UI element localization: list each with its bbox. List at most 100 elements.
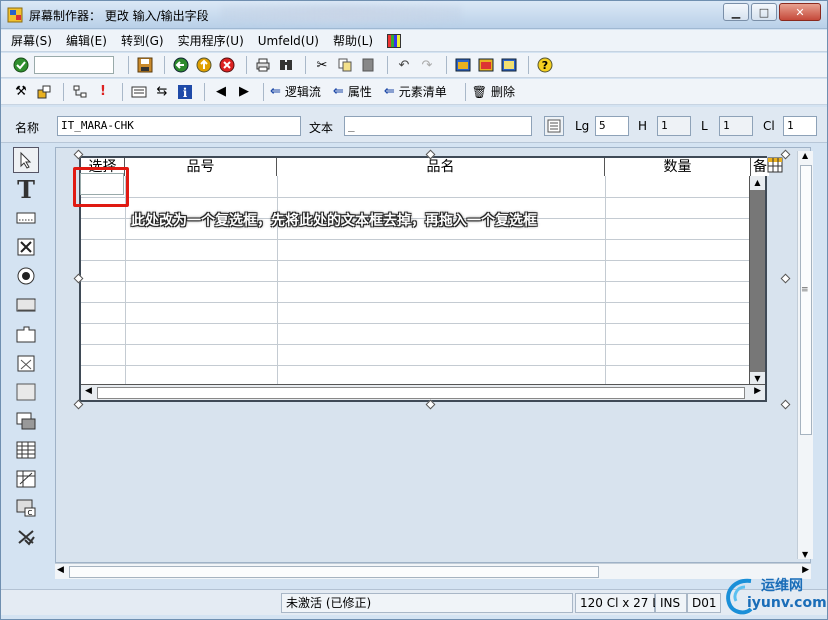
marker-icon[interactable]: ! <box>93 82 113 102</box>
highlight-box <box>73 167 129 207</box>
arrow-left-icon: ⇐ <box>383 84 395 99</box>
insert-mode-status: INS <box>655 593 687 613</box>
next-icon[interactable]: ▶ <box>234 82 254 102</box>
cl-field[interactable]: 1 <box>783 116 817 136</box>
canvas-horizontal-scrollbar[interactable]: ◀ ▶ <box>55 563 811 579</box>
name-field[interactable]: IT_MARA-CHK <box>57 116 301 136</box>
layout-menu-icon[interactable] <box>387 33 402 48</box>
menu-goto[interactable]: 转到(G) <box>121 32 164 49</box>
scroll-left-icon[interactable]: ◀ <box>85 386 92 396</box>
app-icon <box>7 7 23 23</box>
custom-control-tool[interactable]: C <box>13 495 39 521</box>
pushbutton-tool[interactable] <box>13 292 39 318</box>
annotation-text: 此处改为一个复选框，先将此处的文本框去掉，再拖入一个复选框 <box>131 213 537 229</box>
back-icon[interactable] <box>171 55 191 75</box>
title-blur <box>221 6 461 22</box>
cancel-icon[interactable] <box>217 55 237 75</box>
h-label: H <box>638 119 648 133</box>
arrow-left-icon: ⇐ <box>332 84 344 99</box>
exit-icon[interactable] <box>194 55 214 75</box>
column-header-quantity[interactable]: 数量 <box>605 158 751 176</box>
delete-button[interactable]: 🗑 删除 <box>472 83 515 100</box>
watermark-text-url: iyunv.com <box>747 595 827 611</box>
menu-edit[interactable]: 编辑(E) <box>66 32 107 49</box>
scroll-right-icon[interactable]: ▶ <box>754 386 761 396</box>
table-settings-icon[interactable] <box>767 157 783 173</box>
command-field[interactable] <box>34 56 114 74</box>
fields-icon[interactable] <box>129 82 149 102</box>
text-lookup-icon[interactable] <box>544 116 564 136</box>
scroll-left-icon[interactable]: ◀ <box>57 565 64 575</box>
attributes-button[interactable]: ⇐ 属性 <box>333 83 372 100</box>
size-status: 120 Cl x 27 L <box>575 593 659 613</box>
column-header-item-name[interactable]: 品名 <box>277 158 605 176</box>
application-toolbar: ⚒ ! ⇆ i ◀ ▶ ⇐ 逻辑流 ⇐ 属性 ⇐ 元素清单 🗑 删除 <box>1 79 827 105</box>
trash-icon: 🗑 <box>471 84 487 99</box>
menu-help[interactable]: 帮助(L) <box>333 32 373 49</box>
scroll-up-icon[interactable]: ▲ <box>802 151 808 160</box>
lg-label: Lg <box>575 119 590 133</box>
table-wizard-tool[interactable] <box>13 466 39 492</box>
l-field: 1 <box>719 116 753 136</box>
prev-icon[interactable]: ◀ <box>211 82 231 102</box>
logic-flow-button[interactable]: ⇐ 逻辑流 <box>270 83 321 100</box>
menu-umfeld[interactable]: Umfeld(U) <box>258 34 319 48</box>
window-title: 屏幕制作器： 更改 输入/输出字段 <box>29 9 209 23</box>
text-tool[interactable]: T <box>13 175 39 204</box>
maximize-button[interactable]: □ <box>751 3 777 21</box>
layout-icon-3[interactable] <box>499 55 519 75</box>
svg-text:i: i <box>183 86 188 100</box>
canvas-vertical-scrollbar[interactable]: ▲ ≡ ▼ <box>797 151 813 559</box>
scroll-down-icon[interactable]: ▼ <box>802 550 808 559</box>
table-vertical-scrollbar[interactable]: ▲ ▼ <box>749 176 765 386</box>
table-control-tool[interactable] <box>13 437 39 463</box>
table-horizontal-scrollbar[interactable]: ◀ ▶ <box>81 384 765 400</box>
layout-icon-2[interactable] <box>476 55 496 75</box>
box-tool[interactable] <box>13 379 39 405</box>
cut-icon[interactable]: ✂ <box>312 55 332 75</box>
standard-toolbar: ✂ ↶ ↷ ? <box>1 53 827 78</box>
minimize-button[interactable]: ▁ <box>723 3 749 21</box>
help-icon[interactable]: ? <box>535 55 555 75</box>
undo-icon[interactable]: ↶ <box>394 55 414 75</box>
table-control[interactable]: 选择 品号 品名 数量 备 ▲ ▼ ◀ ▶ <box>79 156 769 402</box>
hierarchy-icon[interactable] <box>70 82 90 102</box>
column-header-item-no[interactable]: 品号 <box>125 158 277 176</box>
redo-icon[interactable]: ↷ <box>417 55 437 75</box>
tabstrip-tool[interactable] <box>13 321 39 347</box>
info-icon[interactable]: i <box>175 82 195 102</box>
find-icon[interactable] <box>276 55 296 75</box>
dictionary-icon[interactable] <box>34 82 54 102</box>
element-list-button[interactable]: ⇐ 元素清单 <box>384 83 447 100</box>
wand-icon[interactable]: ⚒ <box>11 82 31 102</box>
tabstrip-wizard-tool[interactable] <box>13 350 39 376</box>
input-field-tool[interactable] <box>13 205 39 231</box>
layout-icon-1[interactable] <box>453 55 473 75</box>
paste-icon[interactable] <box>358 55 378 75</box>
l-label: L <box>701 119 708 133</box>
lg-field[interactable]: 5 <box>595 116 629 136</box>
enter-icon[interactable] <box>11 55 31 75</box>
pointer-tool[interactable] <box>13 147 39 173</box>
subscreen-tool[interactable] <box>13 408 39 434</box>
menu-utilities[interactable]: 实用程序(U) <box>178 32 244 49</box>
copy-icon[interactable] <box>335 55 355 75</box>
name-label: 名称 <box>15 121 40 135</box>
h-field: 1 <box>657 116 691 136</box>
scroll-up-icon[interactable]: ▲ <box>750 176 765 190</box>
arrow-left-icon: ⇐ <box>270 84 281 99</box>
save-icon[interactable] <box>135 55 155 75</box>
menu-screen[interactable]: 屏幕(S) <box>11 32 52 49</box>
watermark-text-cn: 运维网 <box>761 578 803 594</box>
checkbox-tool[interactable] <box>13 234 39 260</box>
close-window-button[interactable]: ✕ <box>779 3 821 21</box>
flow-icon[interactable]: ⇆ <box>152 82 172 102</box>
print-icon[interactable] <box>253 55 273 75</box>
text-field[interactable]: _ <box>344 116 532 136</box>
radio-button-tool[interactable] <box>13 263 39 289</box>
activation-status: 未激活 (已修正) <box>281 593 573 613</box>
status-icon-tool[interactable] <box>13 524 39 550</box>
text-label: 文本 <box>309 121 334 135</box>
menu-bar: 屏幕(S) 编辑(E) 转到(G) 实用程序(U) Umfeld(U) 帮助(L… <box>1 30 827 52</box>
title-bar: 屏幕制作器： 更改 输入/输出字段 ▁ □ ✕ <box>1 1 827 29</box>
